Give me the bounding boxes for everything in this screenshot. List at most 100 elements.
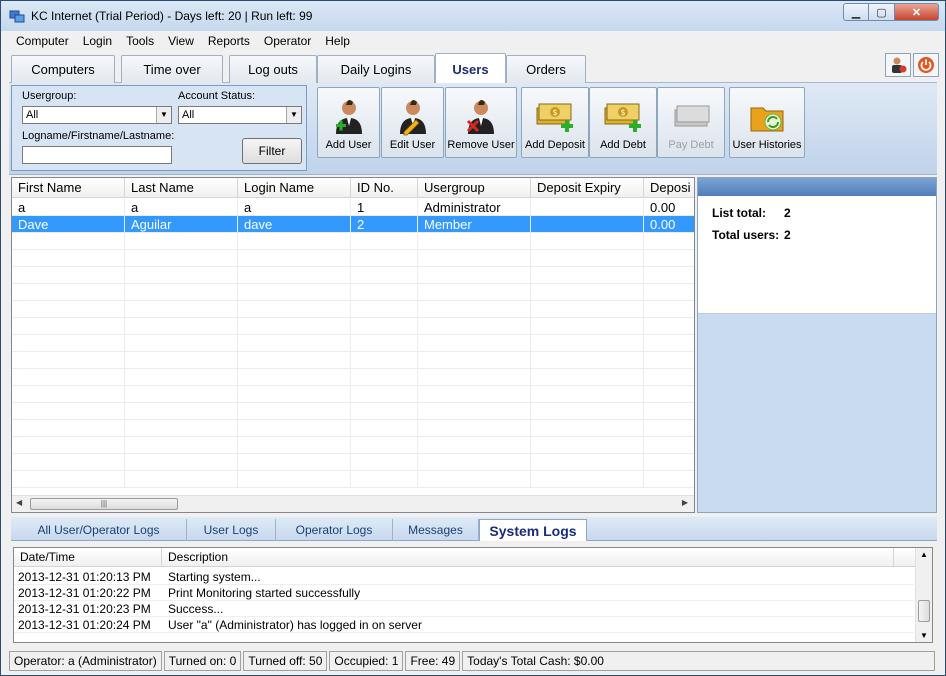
cell-usergroup: Member xyxy=(418,216,531,233)
menu-view[interactable]: View xyxy=(161,34,201,48)
empty-cell xyxy=(125,403,238,420)
pay-debt-button[interactable]: Pay Debt xyxy=(657,87,725,158)
tab-time-over[interactable]: Time over xyxy=(121,55,223,83)
horizontal-scrollbar[interactable]: ◀ ||| ▶ xyxy=(12,495,694,512)
operator-logout-button[interactable] xyxy=(885,53,911,77)
log-description: Print Monitoring started successfully xyxy=(168,586,361,600)
empty-cell xyxy=(418,301,531,318)
col-login-name[interactable]: Login Name xyxy=(238,178,351,198)
tab-orders[interactable]: Orders xyxy=(506,55,586,83)
scroll-up-icon[interactable]: ▲ xyxy=(920,550,928,559)
user-histories-button[interactable]: User Histories xyxy=(729,87,805,158)
scroll-left-icon[interactable]: ◀ xyxy=(16,498,22,507)
tab-daily-logins[interactable]: Daily Logins xyxy=(317,55,435,83)
scrollbar-thumb[interactable] xyxy=(918,600,930,622)
col-description[interactable]: Description xyxy=(162,548,894,567)
total-users-value: 2 xyxy=(784,228,791,242)
edit-user-label: Edit User xyxy=(389,139,436,151)
col-last-name[interactable]: Last Name xyxy=(125,178,238,198)
chevron-down-icon: ▼ xyxy=(286,107,301,123)
maximize-button[interactable]: ▢ xyxy=(869,3,895,21)
log-row[interactable]: 2013-12-31 01:20:13 PM Starting system..… xyxy=(14,569,914,585)
col-first-name[interactable]: First Name xyxy=(12,178,125,198)
cell-login-name: a xyxy=(238,199,351,216)
empty-cell xyxy=(418,284,531,301)
add-debt-button[interactable]: $ Add Debt xyxy=(589,87,657,158)
menu-reports[interactable]: Reports xyxy=(201,34,257,48)
col-id-no[interactable]: ID No. xyxy=(351,178,418,198)
empty-cell xyxy=(238,284,351,301)
empty-cell xyxy=(125,250,238,267)
vertical-scrollbar[interactable]: ▲ ▼ xyxy=(915,548,932,642)
empty-cell xyxy=(125,233,238,250)
tab-users[interactable]: Users xyxy=(435,53,506,84)
add-deposit-label: Add Deposit xyxy=(525,139,585,151)
summary-header xyxy=(698,178,936,196)
empty-cell xyxy=(12,352,125,369)
empty-cell xyxy=(644,437,694,454)
col-deposit-expiry[interactable]: Deposit Expiry xyxy=(531,178,644,198)
empty-row xyxy=(12,369,694,386)
menu-login[interactable]: Login xyxy=(76,34,119,48)
col-date-time[interactable]: Date/Time xyxy=(14,548,162,567)
cell-id-no: 1 xyxy=(351,199,418,216)
add-user-button[interactable]: Add User xyxy=(317,87,380,158)
log-row[interactable]: 2013-12-31 01:20:22 PM Print Monitoring … xyxy=(14,585,914,601)
cell-last-name: Aguilar xyxy=(125,216,238,233)
tab-system-logs[interactable]: System Logs xyxy=(479,519,587,541)
empty-cell xyxy=(418,335,531,352)
empty-row xyxy=(12,420,694,437)
table-row[interactable]: a a a 1 Administrator 0.00 xyxy=(12,199,694,216)
empty-cell xyxy=(351,250,418,267)
tab-operator-logs[interactable]: Operator Logs xyxy=(276,519,393,541)
empty-cell xyxy=(238,403,351,420)
empty-cell xyxy=(125,420,238,437)
name-filter-label: Logname/Firstname/Lastname: xyxy=(22,130,175,142)
name-filter-input[interactable] xyxy=(22,146,172,164)
log-row[interactable]: 2013-12-31 01:20:23 PM Success... xyxy=(14,601,914,617)
remove-user-button[interactable]: Remove User xyxy=(445,87,517,158)
tab-messages[interactable]: Messages xyxy=(393,519,479,541)
shutdown-button[interactable] xyxy=(913,53,939,77)
empty-cell xyxy=(531,369,644,386)
tab-user-logs[interactable]: User Logs xyxy=(187,519,276,541)
cell-deposit-expiry xyxy=(531,216,644,233)
status-free: Free: 49 xyxy=(405,651,461,671)
scroll-right-icon[interactable]: ▶ xyxy=(682,498,688,507)
empty-cell xyxy=(418,454,531,471)
menu-computer[interactable]: Computer xyxy=(9,34,76,48)
menu-operator[interactable]: Operator xyxy=(257,34,318,48)
minimize-button[interactable]: ▁ xyxy=(843,3,869,21)
close-button[interactable]: ✕ xyxy=(895,3,939,21)
window-controls: ▁ ▢ ✕ xyxy=(843,3,939,21)
usergroup-select[interactable]: All ▼ xyxy=(22,106,172,124)
cell-deposit-expiry xyxy=(531,199,644,216)
log-row[interactable]: 2013-12-31 01:20:24 PM User "a" (Adminis… xyxy=(14,617,914,633)
col-deposit[interactable]: Deposi xyxy=(644,178,694,198)
tab-log-outs[interactable]: Log outs xyxy=(229,55,317,83)
scrollbar-thumb[interactable]: ||| xyxy=(30,498,178,510)
empty-row xyxy=(12,403,694,420)
menu-tools[interactable]: Tools xyxy=(119,34,161,48)
summary-body: List total: 2 Total users: 2 xyxy=(698,196,936,314)
add-deposit-button[interactable]: $ Add Deposit xyxy=(521,87,589,158)
edit-user-button[interactable]: Edit User xyxy=(381,87,444,158)
table-row-selected[interactable]: Dave Aguilar dave 2 Member 0.00 xyxy=(12,216,694,233)
scroll-down-icon[interactable]: ▼ xyxy=(920,631,928,640)
col-usergroup[interactable]: Usergroup xyxy=(418,178,531,198)
usergroup-value: All xyxy=(26,109,39,121)
account-status-select[interactable]: All ▼ xyxy=(178,106,302,124)
account-status-label: Account Status: xyxy=(178,90,256,102)
empty-cell xyxy=(531,403,644,420)
empty-cell xyxy=(238,437,351,454)
svg-text:$: $ xyxy=(620,108,625,117)
filter-button[interactable]: Filter xyxy=(242,138,302,164)
empty-cell xyxy=(125,267,238,284)
empty-row xyxy=(12,267,694,284)
menu-help[interactable]: Help xyxy=(318,34,357,48)
tab-all-user-operator-logs[interactable]: All User/Operator Logs xyxy=(11,519,187,541)
tab-computers[interactable]: Computers xyxy=(11,55,115,83)
empty-cell xyxy=(644,454,694,471)
empty-row xyxy=(12,301,694,318)
empty-cell xyxy=(531,471,644,488)
